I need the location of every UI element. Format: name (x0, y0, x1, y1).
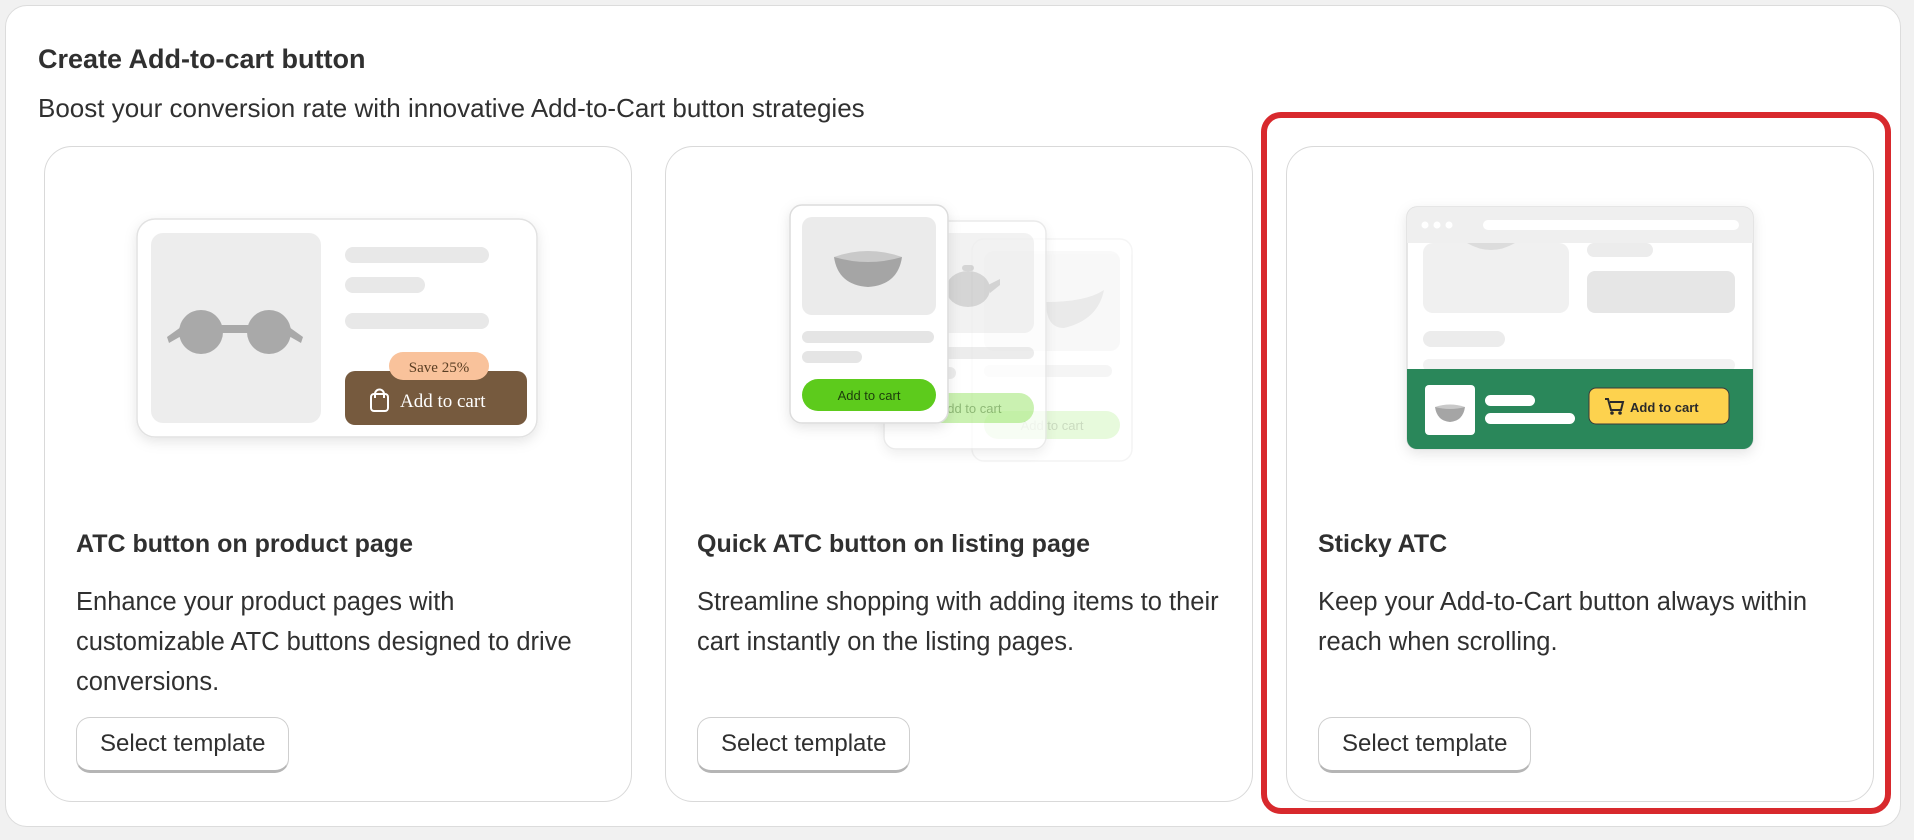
card-atc-product-page: Add to cart Save 25% ATC button on produ… (44, 146, 632, 802)
card-quick-atc-listing-page: Add to cart Add to cart Add to cart Quic… (665, 146, 1253, 802)
card-description: Enhance your product pages with customiz… (76, 588, 572, 696)
select-template-button[interactable]: Select template (1318, 717, 1532, 773)
product-page-illustration: Add to cart Save 25% (45, 147, 631, 487)
add-to-cart-section: Create Add-to-cart button Boost your con… (5, 5, 1901, 827)
illustration-save-badge: Save 25% (409, 360, 469, 376)
select-template-button[interactable]: Select template (697, 717, 911, 773)
select-template-button[interactable]: Select template (76, 717, 290, 773)
illustration-add-to-cart-label: Add to cart (1630, 400, 1699, 415)
listing-page-illustration: Add to cart Add to cart Add to cart (666, 147, 1252, 487)
card-title: Quick ATC button on listing page (697, 530, 1091, 558)
card-description: Streamline shopping with adding items to… (697, 588, 1219, 656)
illustration-add-to-cart-label: Add to cart (400, 391, 486, 412)
card-sticky-atc: Add to cart Sticky ATC Keep your Add-to-… (1286, 146, 1874, 802)
section-title: Create Add-to-cart button (38, 44, 366, 74)
card-description: Keep your Add-to-Cart button always with… (1318, 588, 1808, 656)
card-title: ATC button on product page (76, 530, 413, 558)
card-title: Sticky ATC (1318, 530, 1448, 558)
illustration-add-to-cart-label: Add to cart (838, 388, 901, 403)
sticky-atc-illustration: Add to cart (1287, 147, 1873, 487)
section-subtitle: Boost your conversion rate with innovati… (38, 93, 865, 123)
